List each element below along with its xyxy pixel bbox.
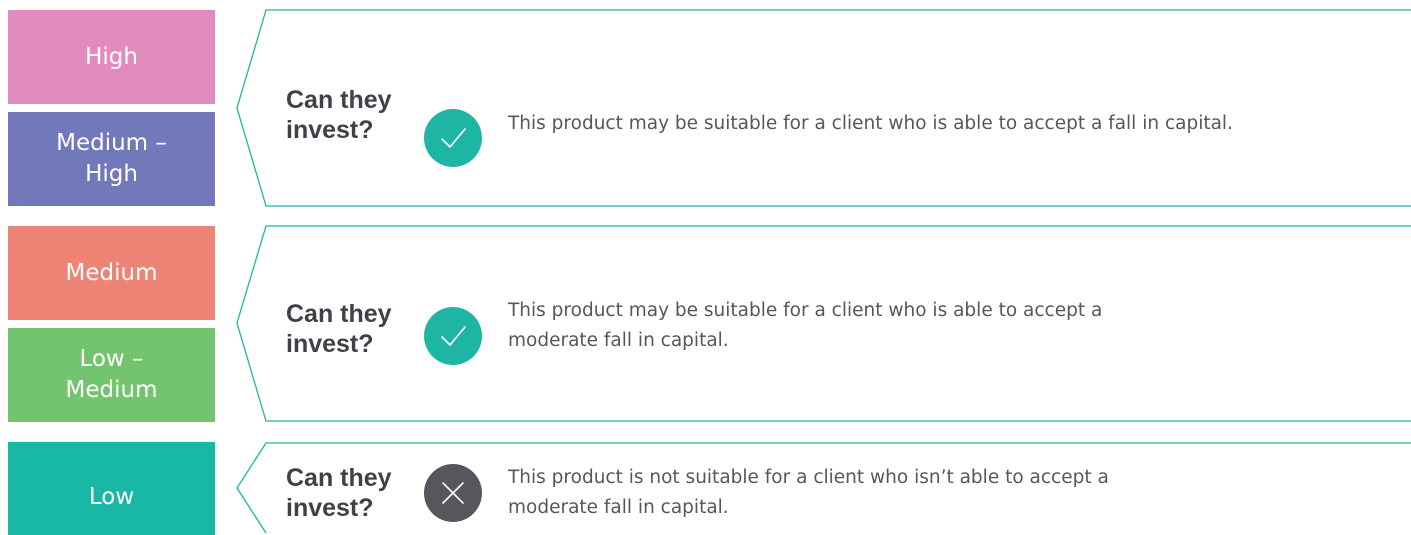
row-3-question: Can they invest? bbox=[286, 463, 416, 523]
row-2-question: Can they invest? bbox=[286, 299, 416, 359]
row-3-description: This product is not suitable for a clien… bbox=[508, 467, 1109, 518]
row-1-description: This product may be suitable for a clien… bbox=[508, 113, 1233, 134]
row-2-question-line2: invest? bbox=[286, 330, 374, 358]
check-icon bbox=[424, 109, 482, 167]
row-2-question-line1: Can they bbox=[286, 300, 392, 328]
check-icon bbox=[424, 307, 482, 365]
callout-outlines bbox=[236, 9, 1411, 534]
row-3-question-line1: Can they bbox=[286, 464, 392, 492]
row-1-question: Can they invest? bbox=[286, 85, 416, 145]
cross-icon bbox=[424, 464, 482, 522]
row-1-question-line2: invest? bbox=[286, 116, 374, 144]
row-1-question-line1: Can they bbox=[286, 86, 392, 114]
row-2-description: This product may be suitable for a clien… bbox=[508, 300, 1103, 351]
row-3-question-line2: invest? bbox=[286, 494, 374, 522]
